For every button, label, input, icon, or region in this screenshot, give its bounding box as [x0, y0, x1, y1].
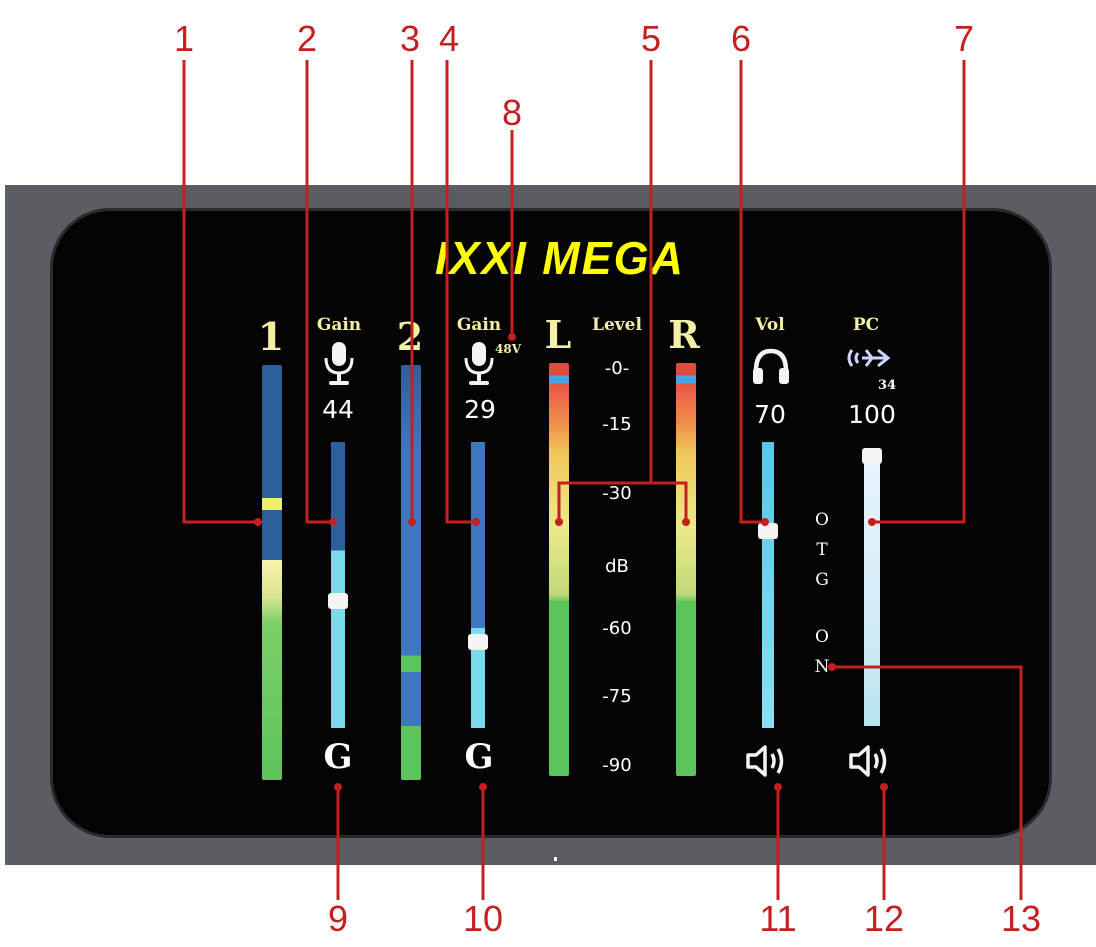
level-scale-75: -75: [602, 686, 632, 707]
level-scale-0: -0-: [604, 358, 630, 379]
left-level-meter: [549, 363, 569, 776]
callout-8: 8: [501, 92, 523, 133]
callout-6: 6: [730, 18, 752, 59]
microphone-icon: [324, 342, 354, 385]
headphone-mute-button[interactable]: [745, 742, 793, 780]
level-unit: dB: [605, 556, 629, 577]
gain2-mode-button[interactable]: G: [464, 737, 493, 777]
microphone-icon: [464, 342, 494, 385]
channel2-level-meter: [401, 365, 421, 780]
callout-9: 9: [327, 898, 349, 939]
level-label: Level: [592, 315, 642, 335]
otg-label: OTG: [815, 510, 829, 590]
callout-1: 1: [173, 18, 195, 59]
vol-label: Vol: [755, 315, 785, 335]
gain1-slider-knob[interactable]: [328, 593, 348, 609]
callout-10: 10: [462, 898, 504, 939]
pc-slider-knob[interactable]: [862, 448, 882, 464]
level-scale-30: -30: [602, 483, 632, 504]
gain1-label: Gain: [316, 315, 362, 335]
level-scale-90: -90: [602, 755, 632, 776]
callout-4: 4: [438, 18, 460, 59]
channel1-label: 1: [257, 314, 285, 359]
vol-slider-track[interactable]: [758, 442, 778, 728]
pc-slider-track[interactable]: [862, 448, 882, 726]
phantom-power-indicator: 48V: [495, 342, 522, 356]
callout-7: 7: [953, 18, 975, 59]
gain2-slider-track[interactable]: [468, 442, 488, 728]
level-left-label: L: [544, 312, 572, 357]
usb-audio-icon: [847, 348, 891, 368]
gain2-slider-knob[interactable]: [468, 634, 488, 650]
channel2-label: 2: [396, 314, 424, 359]
callout-12: 12: [863, 898, 905, 939]
level-scale-15: -15: [602, 414, 632, 435]
channel1-level-meter: [262, 365, 282, 780]
otg-status: ON: [814, 627, 830, 677]
callout-2: 2: [296, 18, 318, 59]
pc-channel-sub: 34: [878, 378, 897, 393]
gain1-value: 44: [322, 395, 354, 424]
brand-logo: IXXI MEGA: [435, 232, 685, 282]
level-scale-60: -60: [602, 618, 632, 639]
callout-13: 13: [1000, 898, 1042, 939]
callout-11: 11: [759, 898, 797, 939]
pc-mute-button[interactable]: [848, 742, 896, 780]
gain1-mode-button[interactable]: G: [323, 737, 352, 777]
gain1-slider-track[interactable]: [328, 442, 348, 728]
gain2-value: 29: [464, 395, 496, 424]
pc-value: 100: [848, 400, 896, 429]
vol-value: 70: [754, 400, 786, 429]
vol-slider-knob[interactable]: [758, 523, 778, 539]
pc-label: PC: [852, 315, 880, 335]
level-right-label: R: [668, 312, 700, 357]
right-level-meter: [676, 363, 696, 776]
callout-3: 3: [399, 18, 421, 59]
gain2-label: Gain: [456, 315, 502, 335]
screen-dot: [554, 857, 557, 861]
callout-5: 5: [640, 18, 662, 59]
headphones-icon: [753, 348, 789, 384]
brand-logo-text: IXXI MEGA: [435, 232, 685, 282]
